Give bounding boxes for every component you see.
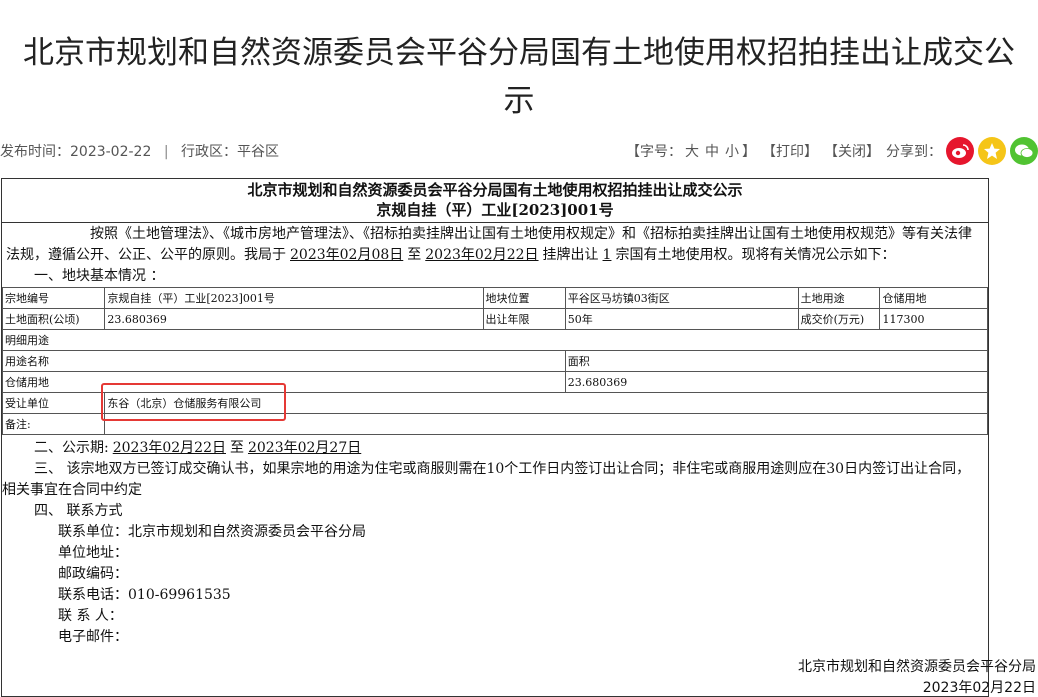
area-label: 面积 [564, 350, 989, 372]
remark-value [104, 413, 988, 435]
section-2: 二、公示期: 2023年02月22日至 2023年02月27日 [2, 438, 988, 459]
qzone-icon[interactable] [978, 137, 1006, 165]
footer-date: 2023年02月22日 [922, 680, 1036, 696]
table-cell: 117300 [879, 308, 988, 330]
parcel-table: 宗地编号 京规自挂（平）工业[2023]001号 地块位置 平谷区马坊镇03街区… [1, 287, 989, 435]
area-value: 23.680369 [564, 371, 989, 393]
assignee-label: 受让单位 [1, 392, 106, 414]
table-cell: 宗地编号 [1, 287, 106, 309]
table-row: 仓储用地 23.680369 [2, 371, 989, 393]
contact-unit: 联系单位：北京市规划和自然资源委员会平谷分局 [58, 524, 366, 540]
contact-person: 联 系 人： [58, 608, 123, 624]
table-cell: 京规自挂（平）工业[2023]001号 [104, 287, 484, 309]
intro-paragraph: 按照《土地管理法》、《城市房地产管理法》、《招标拍卖挂牌出让国有土地使用权规定》… [2, 223, 988, 266]
notice-document: 北京市规划和自然资源委员会平谷分局国有土地使用权招拍挂出让成交公示 京规自挂（平… [1, 178, 989, 697]
contact-zip: 邮政编码： [58, 566, 128, 582]
title-line-2: 示 [503, 82, 535, 119]
contact-email: 电子邮件： [58, 629, 128, 645]
wechat-icon[interactable] [1010, 137, 1038, 165]
publish-time: 发布时间：2023-02-22 [0, 144, 152, 160]
intro-text-c: 宗国有土地使用权。现将有关情况公示如下： [615, 247, 896, 263]
section-4-heading: 四、 联系方式 [34, 503, 123, 519]
table-cell: 土地用途 [797, 287, 881, 309]
table-cell: 50年 [564, 308, 799, 330]
listing-start-date: 2023年02月08日 [290, 247, 404, 263]
contact-address: 单位地址： [58, 545, 128, 561]
weibo-icon[interactable] [946, 137, 974, 165]
intro-to: 至 [407, 247, 422, 263]
use-name-value: 仓储用地 [2, 371, 566, 393]
publicity-label: 二、公示期: [34, 440, 109, 456]
title-line-1: 北京市规划和自然资源委员会平谷分局国有土地使用权招拍挂出让成交公 [23, 34, 1015, 71]
table-row: 用途名称 面积 [2, 350, 989, 372]
listing-end-date: 2023年02月22日 [425, 247, 539, 263]
table-cell: 土地面积(公顷) [1, 308, 106, 330]
table-row: 明细用途 [2, 329, 988, 351]
use-name-label: 用途名称 [2, 350, 566, 372]
font-size-label: 【字号： [626, 144, 682, 160]
font-small-button[interactable]: 小 [725, 141, 739, 161]
table-cell: 仓储用地 [879, 287, 988, 309]
table-cell: 23.680369 [104, 308, 484, 330]
table-cell: 出让年限 [482, 308, 566, 330]
meta-info: 发布时间：2023-02-22 | 行政区：平谷区 [0, 141, 279, 161]
publicity-end: 2023年02月27日 [247, 440, 362, 456]
table-row: 土地面积(公顷) 23.680369 出让年限 50年 成交价(万元) 1173… [1, 308, 988, 330]
footer-org: 北京市规划和自然资源委员会平谷分局 [798, 659, 1036, 675]
intro-text-b: 挂牌出让 [542, 247, 599, 263]
close-button[interactable]: 【关闭】 [824, 141, 880, 161]
table-cell: 平谷区马坊镇03街区 [564, 287, 799, 309]
font-large-button[interactable]: 大 [685, 141, 699, 161]
meta-separator: | [163, 144, 169, 160]
font-size-close: 】 [742, 144, 756, 160]
table-row: 受让单位 东谷（北京）仓储服务有限公司 [1, 392, 988, 414]
font-medium-button[interactable]: 中 [705, 141, 719, 161]
contact-phone: 联系电话：010-69961535 [58, 587, 231, 603]
parcel-count: 1 [602, 247, 612, 263]
publicity-start: 2023年02月22日 [112, 440, 226, 456]
notice-heading: 北京市规划和自然资源委员会平谷分局国有土地使用权招拍挂出让成交公示 京规自挂（平… [2, 179, 988, 223]
assignee-value: 东谷（北京）仓储服务有限公司 [104, 392, 988, 414]
notice-heading-line-1: 北京市规划和自然资源委员会平谷分局国有土地使用权招拍挂出让成交公示 [247, 181, 743, 199]
remark-label: 备注: [1, 413, 106, 435]
table-row: 备注: [1, 413, 988, 435]
publicity-to: 至 [229, 440, 244, 456]
table-row: 宗地编号 京规自挂（平）工业[2023]001号 地块位置 平谷区马坊镇03街区… [1, 287, 988, 309]
page-title: 北京市规划和自然资源委员会平谷分局国有土地使用权招拍挂出让成交公 示 [0, 29, 1038, 125]
table-cell: 地块位置 [482, 287, 566, 309]
detail-use-label: 明细用途 [2, 329, 988, 351]
share-label: 分享到： [886, 144, 942, 160]
table-cell: 成交价(万元) [797, 308, 881, 330]
district: 行政区：平谷区 [181, 144, 279, 160]
section-3: 三、 该宗地双方已签订成交确认书，如果宗地的用途为住宅或商服则需在10个工作日内… [2, 461, 971, 498]
toolbar: 【字号： 大 中 小 】 【打印】 【关闭】 分享到： [626, 134, 1038, 168]
print-button[interactable]: 【打印】 [762, 141, 818, 161]
notice-heading-line-2: 京规自挂（平）工业[2023]001号 [376, 201, 614, 219]
section-1-heading: 一、地块基本情况 ： [34, 268, 165, 284]
